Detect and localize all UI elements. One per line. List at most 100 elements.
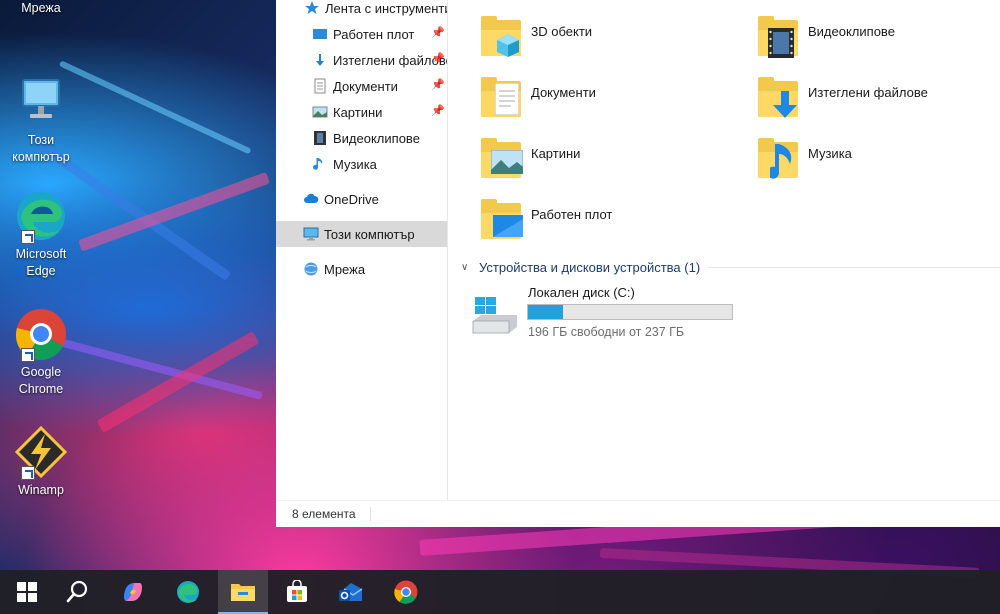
- folder-pictures-icon: [479, 136, 525, 182]
- folder-downloads-icon: [756, 75, 802, 121]
- file-explorer-window: Лента с инструменти Работен плот 📌 Изтег…: [276, 0, 1000, 527]
- nav-item-label: Лента с инструменти: [325, 0, 447, 16]
- pin-icon: 📌: [431, 79, 445, 91]
- nav-item-downloads[interactable]: Изтеглени файлове 📌: [276, 47, 447, 73]
- shortcut-arrow-icon: [21, 230, 35, 244]
- section-title: Устройства и дискови устройства (1): [479, 259, 701, 275]
- nav-item-label: OneDrive: [324, 191, 379, 207]
- music-note-icon: [312, 156, 328, 172]
- desktop-icon-network[interactable]: Мрежа: [0, 0, 82, 17]
- drive-local-c[interactable]: Локален диск (C:) 196 ГБ свободни от 237…: [471, 285, 771, 345]
- wallpaper-streak: [96, 330, 260, 434]
- taskbar: [0, 570, 1000, 614]
- outlook-taskbar-button[interactable]: [326, 570, 376, 614]
- search-button[interactable]: [52, 570, 102, 614]
- edge-icon: [13, 188, 69, 244]
- network-icon: [303, 261, 319, 277]
- content-pane: 3D обекти Видеоклипове Документи Изтегле…: [449, 0, 1000, 500]
- desktop-icon-winamp[interactable]: Winamp: [0, 424, 82, 499]
- folder-desktop-icon: [479, 197, 525, 243]
- copilot-icon: [124, 583, 142, 601]
- folder-label: Видеоклипове: [808, 24, 895, 39]
- nav-item-label: Този компютър: [324, 226, 415, 242]
- folder-pictures[interactable]: Картини: [479, 136, 580, 182]
- store-taskbar-button[interactable]: [272, 570, 322, 614]
- folder-label: Изтеглени файлове: [808, 85, 928, 100]
- item-count: 8 елемента: [292, 507, 356, 521]
- outlook-icon: [339, 583, 363, 601]
- nav-item-label: Изтеглени файлове: [333, 52, 447, 68]
- search-icon: [66, 580, 88, 603]
- folder-music-icon: [756, 136, 802, 182]
- drive-usage-fill: [528, 305, 563, 319]
- file-explorer-taskbar-button[interactable]: [218, 570, 268, 614]
- nav-item-pictures[interactable]: Картини 📌: [276, 99, 447, 125]
- nav-item-music[interactable]: Музика: [276, 151, 447, 177]
- chrome-taskbar-button[interactable]: [381, 570, 431, 614]
- folder-videos-icon: [756, 14, 802, 60]
- desktop-icon-label: Този компютър: [12, 133, 70, 164]
- nav-item-label: Мрежа: [324, 261, 366, 277]
- document-icon: [312, 78, 328, 94]
- edge-icon: [177, 581, 199, 603]
- folder-music[interactable]: Музика: [756, 136, 852, 182]
- nav-item-videos[interactable]: Видеоклипове: [276, 125, 447, 151]
- picture-icon: [312, 104, 328, 120]
- copilot-button[interactable]: [108, 570, 158, 614]
- folder-3d-icon: [479, 14, 525, 60]
- download-arrow-icon: [312, 52, 328, 68]
- folder-label: 3D обекти: [531, 24, 593, 39]
- drive-free-space: 196 ГБ свободни от 237 ГБ: [528, 325, 685, 339]
- nav-item-documents[interactable]: Документи 📌: [276, 73, 447, 99]
- nav-item-label: Документи: [333, 78, 398, 94]
- nav-item-quick-access[interactable]: Лента с инструменти: [276, 0, 447, 21]
- star-icon: [304, 0, 320, 16]
- desktop-icon-edge[interactable]: Microsoft Edge: [0, 188, 82, 280]
- start-button[interactable]: [2, 570, 52, 614]
- hard-drive-icon: [472, 297, 517, 334]
- nav-item-label: Видеоклипове: [333, 130, 420, 146]
- nav-item-onedrive[interactable]: OneDrive: [276, 186, 447, 212]
- desktop-icon-label: Microsoft Edge: [15, 247, 67, 278]
- folder-desktop[interactable]: Работен плот: [479, 197, 612, 243]
- nav-item-label: Музика: [333, 156, 377, 172]
- shortcut-arrow-icon: [21, 466, 35, 480]
- folder-3d-objects[interactable]: 3D обекти: [479, 14, 592, 60]
- folder-documents[interactable]: Документи: [479, 75, 596, 121]
- folder-documents-icon: [479, 75, 525, 121]
- winamp-icon: [13, 424, 69, 480]
- desktop-icon-label: Google Chrome: [18, 365, 64, 396]
- nav-item-label: Работен плот: [333, 26, 415, 42]
- nav-item-label: Картини: [333, 104, 383, 120]
- folder-downloads[interactable]: Изтеглени файлове: [756, 75, 928, 121]
- shortcut-arrow-icon: [21, 348, 35, 362]
- folder-label: Работен плот: [531, 207, 613, 222]
- chrome-icon: [13, 306, 69, 362]
- desktop-icon-chrome[interactable]: Google Chrome: [0, 306, 82, 398]
- folder-videos[interactable]: Видеоклипове: [756, 14, 895, 60]
- store-icon: [287, 580, 307, 602]
- nav-item-this-pc[interactable]: Този компютър: [276, 221, 447, 247]
- desktop-folder-icon: [312, 26, 328, 42]
- cloud-icon: [303, 191, 319, 207]
- computer-icon: [13, 74, 69, 130]
- desktop-icon-label: Winamp: [18, 483, 64, 497]
- desktop-icon-label: Мрежа: [21, 1, 61, 15]
- edge-taskbar-button[interactable]: [163, 570, 213, 614]
- film-icon: [312, 130, 328, 146]
- nav-item-network[interactable]: Мрежа: [276, 256, 447, 282]
- drive-label: Локален диск (C:): [528, 285, 635, 300]
- chrome-icon: [394, 580, 418, 604]
- folder-label: Документи: [531, 85, 596, 100]
- start-icon: [17, 582, 37, 602]
- status-bar: 8 елемента: [276, 500, 1000, 527]
- desktop-icon-this-pc[interactable]: Този компютър: [0, 74, 82, 166]
- nav-item-desktop[interactable]: Работен плот 📌: [276, 21, 447, 47]
- folder-label: Музика: [808, 146, 852, 161]
- section-divider: [708, 266, 1000, 268]
- drive-usage-bar: [527, 304, 733, 320]
- devices-section-header[interactable]: ∨ Устройства и дискови устройства (1): [461, 258, 1000, 276]
- pin-icon: 📌: [431, 27, 445, 39]
- pin-icon: 📌: [431, 105, 445, 117]
- folder-label: Картини: [531, 146, 581, 161]
